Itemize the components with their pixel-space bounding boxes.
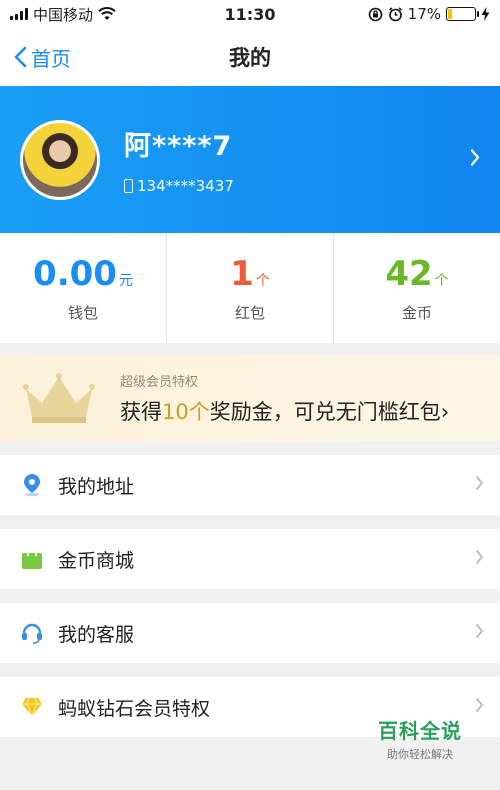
vip-text-before: 获得 — [120, 399, 162, 424]
user-name: 阿****7 — [124, 131, 233, 162]
chevron-right-icon — [470, 147, 480, 172]
red-packet-label: 红包 — [234, 303, 265, 322]
vip-chevron: › — [440, 399, 450, 424]
crown-icon — [23, 373, 95, 423]
menu-list: 我的地址 金币商城 我的客服 蚂蚁钻石会员特权 — [0, 455, 500, 737]
coins-label: 金币 — [401, 303, 432, 322]
phone-icon — [124, 179, 133, 193]
stat-coins[interactable]: 42 个 金币 — [334, 233, 500, 343]
menu-label: 金币商城 — [58, 549, 135, 572]
battery-percent: 17% — [407, 5, 441, 23]
alarm-icon — [388, 6, 402, 21]
coins-value: 42 — [385, 253, 433, 294]
wallet-value: 0.00 — [33, 253, 117, 294]
profile-header[interactable]: 阿****7 134****3437 — [0, 86, 500, 233]
chevron-right-icon — [475, 697, 484, 718]
profile-info: 阿****7 134****3437 — [124, 124, 234, 195]
vip-headline: 获得10个奖励金，可兑无门槛红包› — [120, 396, 449, 426]
wifi-icon — [98, 7, 116, 20]
watermark-subtitle: 助你轻松解决 — [387, 748, 453, 761]
page-title: 我的 — [229, 46, 271, 70]
chevron-right-icon — [475, 549, 484, 570]
wallet-unit: 元 — [118, 272, 133, 289]
chevron-right-icon — [475, 475, 484, 496]
status-left: 中国移动 — [10, 4, 116, 25]
back-button[interactable]: 首页 — [0, 43, 71, 72]
vip-subtitle: 超级会员特权 — [120, 374, 199, 390]
menu-item-customer-service[interactable]: 我的客服 — [0, 603, 500, 663]
watermark-logo: 百科全说 助你轻松解决 — [378, 715, 462, 762]
red-packet-unit: 个 — [255, 272, 270, 289]
phone-number: 134****3437 — [137, 177, 234, 195]
vip-banner[interactable]: 超级会员特权 获得10个奖励金，可兑无门槛红包› — [0, 355, 500, 441]
vip-text: 超级会员特权 获得10个奖励金，可兑无门槛红包› — [120, 371, 449, 426]
status-bar: 中国移动 11:30 17% — [0, 0, 500, 28]
charging-icon — [481, 7, 490, 21]
watermark-title: 百科全说 — [378, 719, 462, 743]
diamond-icon — [20, 695, 44, 719]
vip-highlight: 10个 — [162, 399, 210, 424]
menu-label: 我的客服 — [58, 623, 135, 646]
stat-wallet[interactable]: 0.00 元 钱包 — [0, 233, 167, 343]
menu-item-coin-mall[interactable]: 金币商城 — [0, 529, 500, 589]
vip-text-after: 奖励金，可兑无门槛红包 — [209, 399, 441, 424]
carrier-label: 中国移动 — [33, 5, 94, 24]
back-label: 首页 — [31, 46, 71, 71]
chevron-right-icon — [475, 623, 484, 644]
menu-label: 我的地址 — [58, 475, 135, 498]
menu-label: 蚂蚁钻石会员特权 — [58, 697, 211, 720]
status-right: 17% — [368, 5, 490, 23]
headset-icon — [20, 621, 44, 645]
location-pin-icon — [20, 473, 44, 497]
rotation-lock-icon — [368, 7, 382, 21]
red-packet-value: 1 — [230, 253, 254, 294]
shopping-bag-icon — [20, 547, 44, 571]
nav-bar: 首页 我的 — [0, 28, 500, 86]
battery-icon — [446, 7, 479, 21]
avatar[interactable] — [20, 119, 100, 200]
chevron-left-icon — [14, 46, 27, 68]
user-phone: 134****3437 — [124, 177, 234, 195]
menu-item-address[interactable]: 我的地址 — [0, 455, 500, 515]
coins-unit: 个 — [434, 272, 449, 289]
wallet-label: 钱包 — [67, 303, 98, 322]
signal-icon — [10, 8, 28, 20]
stat-red-packet[interactable]: 1 个 红包 — [167, 233, 334, 343]
stats-row: 0.00 元 钱包 1 个 红包 42 个 金币 — [0, 233, 500, 343]
